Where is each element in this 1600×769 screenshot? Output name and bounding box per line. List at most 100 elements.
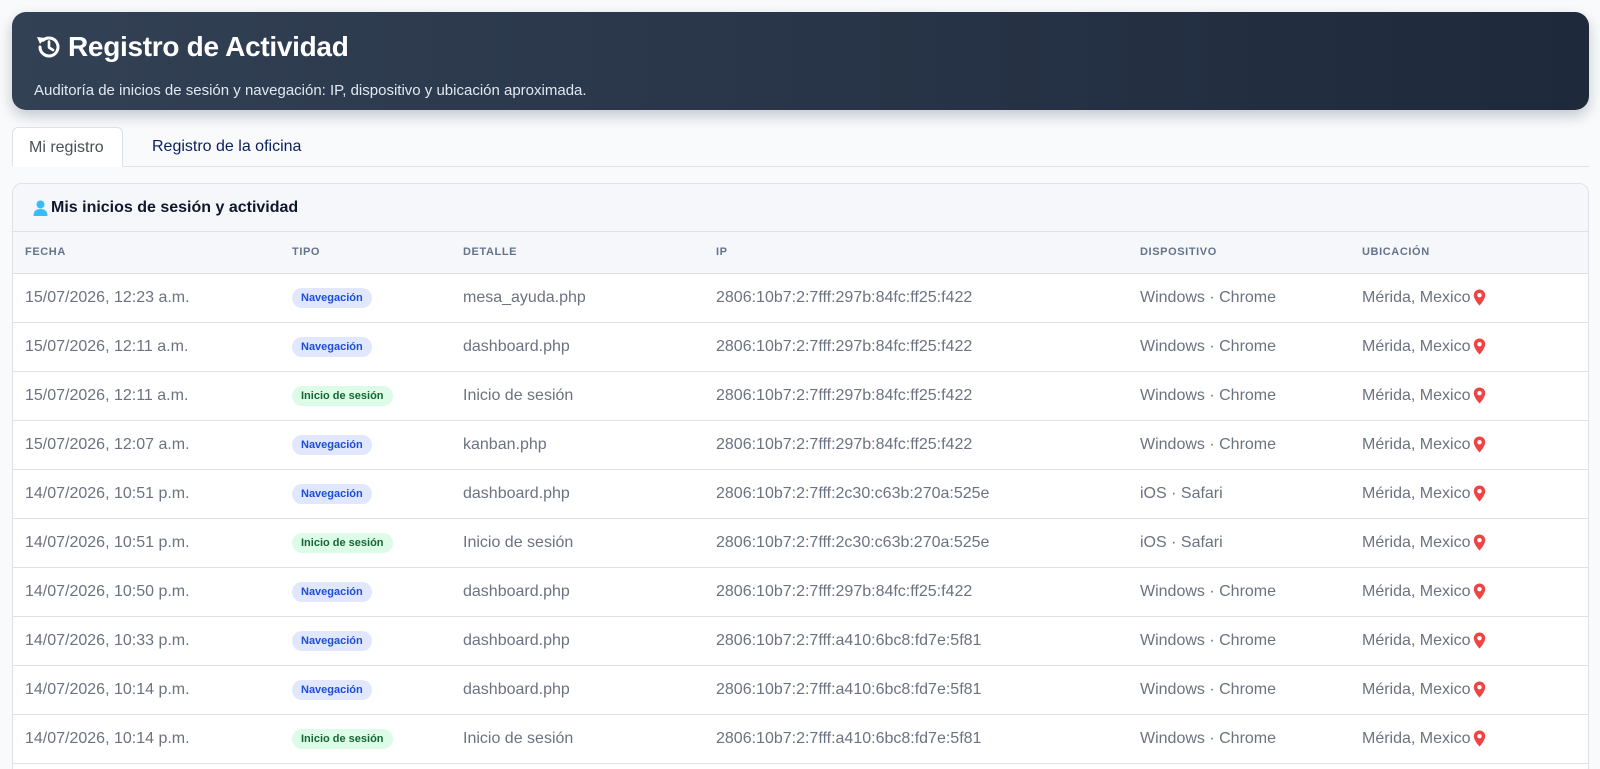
cell-fecha: 14/07/2026, 10:51 p.m.: [25, 484, 190, 502]
type-badge: Inicio de sesión: [292, 728, 393, 749]
cell-fecha: 14/07/2026, 10:14 p.m.: [25, 729, 190, 747]
cell-ip: 2806:10b7:2:7fff:2c30:c63b:270a:525e: [716, 533, 990, 551]
location-text: Mérida, Mexico: [1362, 729, 1471, 747]
cell-dispositivo: Windows · Chrome: [1140, 288, 1277, 306]
cell-detalle: Inicio de sesión: [463, 533, 574, 551]
cell-ubicacion: Mérida, Mexico: [1350, 469, 1588, 518]
location-text: Mérida, Mexico: [1362, 288, 1471, 306]
user-icon: [33, 200, 48, 216]
cell-dispositivo: Windows · Chrome: [1140, 680, 1277, 698]
cell-dispositivo: Windows · Chrome: [1140, 582, 1277, 600]
table-header-row: Fecha Tipo Detalle IP Dispositivo Ubicac…: [13, 232, 1588, 274]
type-badge: Navegación: [292, 483, 372, 504]
cell-dispositivo: Windows · Chrome: [1140, 435, 1277, 453]
cell-detalle: mesa_ayuda.php: [463, 288, 586, 306]
page-header: Registro de Actividad Auditoría de inici…: [12, 12, 1589, 110]
table-row: 15/07/2026, 12:11 a.m. Navegación dashboar…: [13, 322, 1588, 371]
cell-ip: 2806:10b7:2:7fff:2c30:c63b:270a:525e: [716, 484, 990, 502]
cell-fecha: 14/07/2026, 10:14 p.m.: [25, 680, 190, 698]
cell-fecha: 15/07/2026, 12:23 a.m.: [25, 288, 190, 306]
map-pin-icon[interactable]: [1473, 289, 1486, 306]
cell-detalle: kanban.php: [463, 435, 547, 453]
table-row: 15/07/2026, 12:07 a.m. Navegación kanban.p…: [13, 420, 1588, 469]
page-title: Registro de Actividad: [68, 31, 349, 62]
type-badge: Navegación: [292, 336, 372, 357]
cell-tipo: Navegación: [280, 322, 451, 371]
map-pin-icon[interactable]: [1473, 338, 1486, 355]
map-pin-icon[interactable]: [1473, 387, 1486, 404]
cell-ip: 2806:10b7:2:7fff:a410:6bc8:fd7e:5f81: [716, 631, 982, 649]
tab-mi-registro[interactable]: Mi registro: [12, 127, 123, 167]
location-text: Mérida, Mexico: [1362, 631, 1471, 649]
cell-tipo: Navegación: [280, 567, 451, 616]
column-header-dispositivo[interactable]: Dispositivo: [1128, 232, 1350, 274]
history-icon: [34, 32, 64, 62]
column-header-ubicacion[interactable]: Ubicación: [1350, 232, 1588, 274]
cell-dispositivo: Windows · Chrome: [1140, 729, 1277, 747]
type-badge: Navegación: [292, 581, 372, 602]
cell-ubicacion: Mérida, Mexico: [1350, 420, 1588, 469]
map-pin-icon[interactable]: [1473, 485, 1486, 502]
cell-detalle: dashboard.php: [463, 680, 570, 698]
location-text: Mérida, Mexico: [1362, 435, 1471, 453]
cell-ip: 2806:10b7:2:7fff:a410:6bc8:fd7e:5f81: [716, 729, 982, 747]
cell-ip: 2806:10b7:2:7fff:297b:84fc:ff25:f422: [716, 582, 973, 600]
cell-detalle: dashboard.php: [463, 582, 570, 600]
map-pin-icon[interactable]: [1473, 632, 1486, 649]
cell-tipo: Navegación: [280, 273, 451, 322]
cell-ubicacion: Mérida, Mexico: [1350, 567, 1588, 616]
cell-ubicacion: Mérida, Mexico: [1350, 273, 1588, 322]
cell-detalle: Inicio de sesión: [463, 386, 574, 404]
type-badge: Inicio de sesión: [292, 385, 393, 406]
card-header: Mis inicios de sesión y actividad: [13, 184, 1588, 232]
type-badge: Navegación: [292, 434, 372, 455]
activity-table: Fecha Tipo Detalle IP Dispositivo Ubicac…: [13, 232, 1588, 764]
tab-registro-oficina[interactable]: Registro de la oficina: [136, 127, 317, 167]
cell-detalle: Inicio de sesión: [463, 729, 574, 747]
cell-tipo: Navegación: [280, 665, 451, 714]
cell-fecha: 14/07/2026, 10:33 p.m.: [25, 631, 190, 649]
map-pin-icon[interactable]: [1473, 436, 1486, 453]
map-pin-icon[interactable]: [1473, 534, 1486, 551]
location-text: Mérida, Mexico: [1362, 386, 1471, 404]
table-row: 14/07/2026, 10:14 p.m. Navegación dashboar…: [13, 665, 1588, 714]
cell-dispositivo: Windows · Chrome: [1140, 337, 1277, 355]
location-text: Mérida, Mexico: [1362, 582, 1471, 600]
cell-tipo: Navegación: [280, 469, 451, 518]
table-row: 14/07/2026, 10:51 p.m. Navegación dashboar…: [13, 469, 1588, 518]
cell-tipo: Inicio de sesión: [280, 371, 451, 420]
tab-bar: Mi registro Registro de la oficina: [12, 127, 1589, 167]
cell-tipo: Inicio de sesión: [280, 714, 451, 763]
column-header-tipo[interactable]: Tipo: [280, 232, 451, 274]
cell-fecha: 15/07/2026, 12:11 a.m.: [25, 386, 189, 404]
type-badge: Inicio de sesión: [292, 532, 393, 553]
location-text: Mérida, Mexico: [1362, 337, 1471, 355]
map-pin-icon[interactable]: [1473, 730, 1486, 747]
cell-ubicacion: Mérida, Mexico: [1350, 322, 1588, 371]
cell-ip: 2806:10b7:2:7fff:297b:84fc:ff25:f422: [716, 337, 973, 355]
column-header-fecha[interactable]: Fecha: [13, 232, 280, 274]
column-header-ip[interactable]: IP: [704, 232, 1128, 274]
cell-ubicacion: Mérida, Mexico: [1350, 518, 1588, 567]
table-row: 14/07/2026, 10:14 p.m. Inicio de sesión In…: [13, 714, 1588, 763]
cell-ip: 2806:10b7:2:7fff:297b:84fc:ff25:f422: [716, 386, 973, 404]
cell-fecha: 14/07/2026, 10:51 p.m.: [25, 533, 190, 551]
cell-ip: 2806:10b7:2:7fff:a410:6bc8:fd7e:5f81: [716, 680, 982, 698]
cell-fecha: 14/07/2026, 10:50 p.m.: [25, 582, 190, 600]
cell-detalle: dashboard.php: [463, 337, 570, 355]
table-row: 15/07/2026, 12:23 a.m. Navegación mesa_ayu…: [13, 273, 1588, 322]
column-header-detalle[interactable]: Detalle: [451, 232, 704, 274]
card-title: Mis inicios de sesión y actividad: [51, 198, 299, 216]
cell-dispositivo: Windows · Chrome: [1140, 631, 1277, 649]
map-pin-icon[interactable]: [1473, 583, 1486, 600]
cell-tipo: Inicio de sesión: [280, 518, 451, 567]
cell-ip: 2806:10b7:2:7fff:297b:84fc:ff25:f422: [716, 435, 973, 453]
type-badge: Navegación: [292, 630, 372, 651]
map-pin-icon[interactable]: [1473, 681, 1486, 698]
cell-ubicacion: Mérida, Mexico: [1350, 714, 1588, 763]
location-text: Mérida, Mexico: [1362, 533, 1471, 551]
table-row: 15/07/2026, 12:11 a.m. Inicio de sesión In…: [13, 371, 1588, 420]
activity-card: Mis inicios de sesión y actividad Fecha …: [12, 183, 1589, 769]
table-row: 14/07/2026, 10:33 p.m. Navegación dashboar…: [13, 616, 1588, 665]
table-body: 15/07/2026, 12:23 a.m. Navegación mesa_ayu…: [13, 273, 1588, 763]
